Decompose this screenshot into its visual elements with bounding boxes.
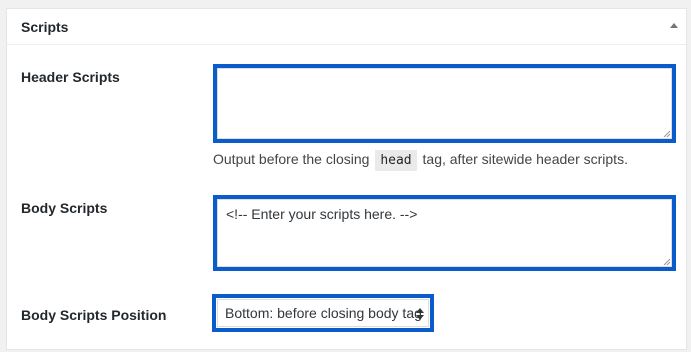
header-scripts-label: Header Scripts <box>21 69 120 85</box>
metabox-title: Scripts <box>21 19 69 35</box>
body-scripts-textarea[interactable] <box>217 199 672 267</box>
scripts-metabox: Scripts Header Scripts Output before the… <box>6 8 687 350</box>
triangle-up-icon[interactable] <box>668 20 680 32</box>
body-scripts-position-label: Body Scripts Position <box>21 307 167 323</box>
body-scripts-label: Body Scripts <box>21 200 108 216</box>
resize-grip-icon[interactable] <box>663 258 670 265</box>
body-scripts-position-select[interactable]: Bottom: before closing body tag <box>217 299 429 327</box>
body-scripts-position-select-wrapper: Bottom: before closing body tag <box>212 294 434 332</box>
metabox-header[interactable]: Scripts <box>7 9 686 45</box>
header-scripts-description: Output before the closing head tag, afte… <box>213 150 628 171</box>
resize-grip-icon[interactable] <box>663 130 670 137</box>
up-down-arrows-icon <box>416 308 424 320</box>
code-tag-head: head <box>375 150 417 171</box>
select-value: Bottom: before closing body tag <box>225 305 422 321</box>
body-scripts-field-wrapper <box>213 195 676 271</box>
header-scripts-field-wrapper <box>213 64 676 143</box>
header-scripts-textarea[interactable] <box>217 68 672 139</box>
description-text-before: Output before the closing <box>213 151 370 167</box>
description-text-after: tag, after sitewide header scripts. <box>422 151 628 167</box>
